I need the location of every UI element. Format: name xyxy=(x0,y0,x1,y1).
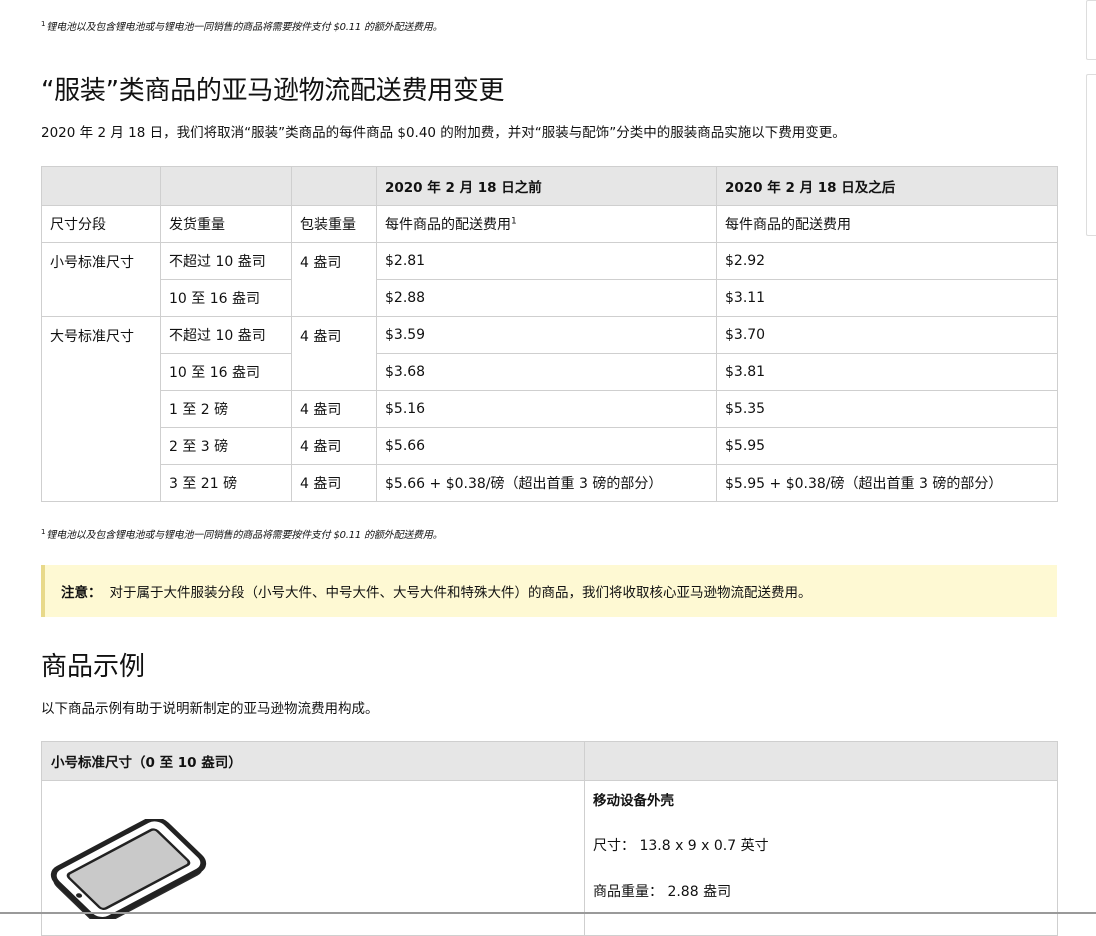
footnote-text: 锂电池以及包含锂电池或与锂电池一同销售的商品将需要按件支付 $0.11 的额外配… xyxy=(46,530,443,541)
table-row: 10 至 16 盎司 $3.68 $3.81 xyxy=(42,353,1058,391)
table-row: 3 至 21 磅 4 盎司 $5.66 + $0.38/磅（超出首重 3 磅的部… xyxy=(42,464,1058,502)
footnote-top: 1锂电池以及包含锂电池或与锂电池一同销售的商品将需要按件支付 $0.11 的额外… xyxy=(41,18,443,33)
weight-cell: 10 至 16 盎司 xyxy=(160,279,292,317)
fee-before-cell: $3.59 xyxy=(376,316,717,354)
tablet-device-icon xyxy=(50,819,207,919)
fee-after-cell: $3.70 xyxy=(716,316,1058,354)
examples-intro: 以下商品示例有助于说明新制定的亚马逊物流费用构成。 xyxy=(41,701,379,717)
fee-before-cell: $5.66 xyxy=(376,427,717,465)
pack-cell: 4 盎司 xyxy=(291,464,377,502)
group-header-before: 2020 年 2 月 18 日之前 xyxy=(376,166,717,206)
column-footnote-marker: 1 xyxy=(511,216,517,227)
scrollbar-tab-thumb[interactable] xyxy=(1086,74,1096,236)
fee-after-cell: $5.95 xyxy=(716,427,1058,465)
example-table: 小号标准尺寸（0 至 10 盎司） 移动设备外壳 尺寸： 13.8 x 9 x … xyxy=(41,741,1058,936)
tier-cell: 大号标准尺寸 xyxy=(41,316,161,502)
fee-after-cell: $5.95 + $0.38/磅（超出首重 3 磅的部分） xyxy=(716,464,1058,502)
pack-cell: 4 盎司 xyxy=(291,316,377,391)
page-scrollbar[interactable] xyxy=(1086,0,1096,914)
example-header-left: 小号标准尺寸（0 至 10 盎司） xyxy=(41,741,585,781)
table-row: 10 至 16 盎司 $2.88 $3.11 xyxy=(42,279,1058,317)
table-row: 1 至 2 磅 4 盎司 $5.16 $5.35 xyxy=(42,390,1058,428)
footnote-marker: 1 xyxy=(41,527,46,536)
group-header-cell xyxy=(291,166,377,206)
column-header-before: 每件商品的配送费用1 xyxy=(376,205,717,243)
column-header-before-label: 每件商品的配送费用 xyxy=(385,217,511,233)
weight-cell: 1 至 2 磅 xyxy=(160,390,292,428)
table-row: 大号标准尺寸 不超过 10 盎司 4 盎司 $3.59 $3.70 xyxy=(41,316,1058,502)
weight-cell: 3 至 21 磅 xyxy=(160,464,292,502)
weight-cell: 不超过 10 盎司 xyxy=(160,316,292,354)
fee-change-intro: 2020 年 2 月 18 日，我们将取消“服装”类商品的每件商品 $0.40 … xyxy=(41,125,846,141)
examples-heading: 商品示例 xyxy=(41,652,146,682)
weight-cell: 2 至 3 磅 xyxy=(160,427,292,465)
group-header-cell xyxy=(160,166,292,206)
note-callout: 注意： 对于属于大件服装分段（小号大件、中号大件、大号大件和特殊大件）的商品，我… xyxy=(41,565,1057,617)
weight-cell: 10 至 16 盎司 xyxy=(160,353,292,391)
fee-table-column-header-row: 尺寸分段 发货重量 包装重量 每件商品的配送费用1 每件商品的配送费用 xyxy=(41,205,1058,243)
fee-before-cell: $5.66 + $0.38/磅（超出首重 3 磅的部分） xyxy=(376,464,717,502)
fee-before-cell: $3.68 xyxy=(376,353,717,391)
pack-cell: 4 盎司 xyxy=(291,427,377,465)
fee-before-cell: $5.16 xyxy=(376,390,717,428)
column-header-weight: 发货重量 xyxy=(160,205,292,243)
fee-change-heading: “服装”类商品的亚马逊物流配送费用变更 xyxy=(41,76,505,106)
fee-before-cell: $2.81 xyxy=(376,242,717,280)
footnote-marker: 1 xyxy=(41,19,46,28)
fee-after-cell: $3.11 xyxy=(716,279,1058,317)
group-header-after: 2020 年 2 月 18 日及之后 xyxy=(716,166,1058,206)
tier-cell: 小号标准尺寸 xyxy=(41,242,161,317)
fee-after-cell: $2.92 xyxy=(716,242,1058,280)
pack-cell: 4 盎司 xyxy=(291,390,377,428)
column-header-after: 每件商品的配送费用 xyxy=(716,205,1058,243)
fee-before-cell: $2.88 xyxy=(376,279,717,317)
fee-after-cell: $5.35 xyxy=(716,390,1058,428)
fee-table-group-header-row: 2020 年 2 月 18 日之前 2020 年 2 月 18 日及之后 xyxy=(41,166,1058,206)
column-header-tier: 尺寸分段 xyxy=(41,205,161,243)
footnote-bottom: 1锂电池以及包含锂电池或与锂电池一同销售的商品将需要按件支付 $0.11 的额外… xyxy=(41,526,443,541)
example-header-right xyxy=(584,741,1058,781)
fee-after-cell: $3.81 xyxy=(716,353,1058,391)
fee-table: 2020 年 2 月 18 日之前 2020 年 2 月 18 日及之后 尺寸分… xyxy=(41,166,1058,502)
note-text: 对于属于大件服装分段（小号大件、中号大件、大号大件和特殊大件）的商品，我们将收取… xyxy=(109,585,812,601)
table-row: 2 至 3 磅 4 盎司 $5.66 $5.95 xyxy=(42,427,1058,465)
weight-cell: 不超过 10 盎司 xyxy=(160,242,292,280)
example-header-row: 小号标准尺寸（0 至 10 盎司） xyxy=(41,741,1058,781)
footnote-text: 锂电池以及包含锂电池或与锂电池一同销售的商品将需要按件支付 $0.11 的额外配… xyxy=(46,22,443,33)
example-item-weight: 商品重量： 2.88 盎司 xyxy=(593,884,732,900)
group-header-cell xyxy=(41,166,161,206)
table-row: 小号标准尺寸 不超过 10 盎司 4 盎司 $2.81 $2.92 xyxy=(41,242,1058,317)
example-item-name: 移动设备外壳 xyxy=(593,793,674,809)
scrollbar-tab-top[interactable] xyxy=(1086,0,1096,60)
note-label: 注意： xyxy=(61,585,102,601)
pack-cell: 4 盎司 xyxy=(291,242,377,317)
column-header-pack: 包装重量 xyxy=(291,205,377,243)
example-item-size: 尺寸： 13.8 x 9 x 0.7 英寸 xyxy=(593,838,769,854)
